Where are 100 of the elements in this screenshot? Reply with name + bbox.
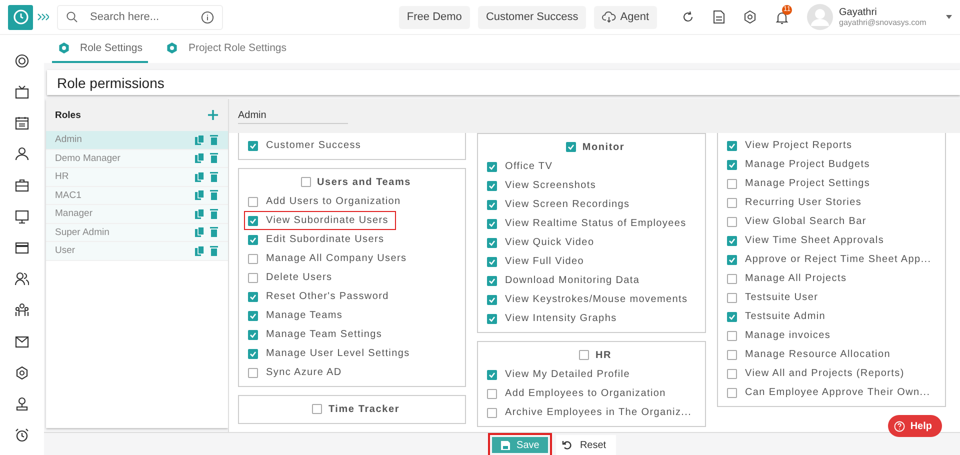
role-item[interactable]: Super Admin — [46, 224, 228, 242]
checkbox[interactable] — [566, 142, 576, 152]
checkbox[interactable] — [248, 254, 258, 264]
search-icon — [66, 10, 78, 22]
role-name-field[interactable]: Admin — [238, 108, 348, 124]
permission-label: Manage User Level Settings — [266, 348, 410, 359]
monitor-icon[interactable] — [15, 210, 29, 224]
checkbox[interactable] — [312, 404, 322, 414]
reset-button[interactable]: Reset — [556, 435, 616, 455]
checkbox[interactable] — [487, 314, 497, 324]
checkbox[interactable] — [487, 388, 497, 398]
role-item[interactable]: HR — [46, 168, 228, 186]
checkbox[interactable] — [727, 312, 737, 322]
add-icon[interactable] — [208, 110, 218, 120]
checkbox[interactable] — [487, 294, 497, 304]
save-button[interactable]: Save — [492, 437, 548, 453]
delete-icon[interactable] — [210, 153, 218, 164]
info-icon[interactable] — [201, 10, 214, 24]
calendar-icon[interactable] — [15, 116, 29, 130]
tab[interactable]: Role Settings — [52, 35, 148, 63]
checkbox[interactable] — [487, 200, 497, 210]
checkbox[interactable] — [727, 160, 737, 170]
checkbox[interactable] — [248, 272, 258, 282]
expand-icon[interactable] — [37, 13, 49, 21]
checkbox[interactable] — [487, 370, 497, 380]
group-title: Monitor — [582, 142, 625, 152]
delete-icon[interactable] — [210, 134, 218, 145]
alarm-icon[interactable] — [15, 428, 29, 442]
card-icon[interactable] — [15, 240, 29, 255]
checkbox[interactable] — [248, 234, 258, 244]
checkbox[interactable] — [727, 198, 737, 208]
delete-icon[interactable] — [210, 227, 218, 238]
copy-icon[interactable] — [195, 208, 204, 219]
checkbox[interactable] — [248, 292, 258, 302]
checkbox[interactable] — [248, 216, 258, 226]
checkbox[interactable] — [727, 388, 737, 398]
checkbox[interactable] — [727, 350, 737, 360]
checkbox[interactable] — [487, 408, 497, 418]
checkbox[interactable] — [487, 162, 497, 172]
checkbox[interactable] — [300, 177, 311, 187]
role-item[interactable]: Demo Manager — [46, 150, 228, 168]
checkbox[interactable] — [248, 330, 258, 340]
org-icon[interactable] — [15, 303, 29, 318]
copy-icon[interactable] — [195, 227, 204, 238]
checkbox[interactable] — [487, 218, 497, 228]
header-button[interactable]: Free Demo — [398, 6, 470, 28]
users-icon[interactable] — [15, 272, 29, 286]
settings-icon[interactable] — [743, 10, 757, 24]
person-icon[interactable] — [15, 147, 29, 162]
checkbox[interactable] — [487, 276, 497, 286]
delete-icon[interactable] — [210, 172, 218, 182]
copy-icon[interactable] — [195, 172, 204, 182]
header-button[interactable]: Agent — [594, 6, 657, 28]
checkbox[interactable] — [727, 254, 737, 264]
checkbox[interactable] — [727, 368, 737, 378]
checkbox[interactable] — [727, 140, 737, 150]
permission-label: View My Detailed Profile — [505, 369, 630, 380]
checkbox[interactable] — [248, 368, 258, 378]
copy-icon[interactable] — [195, 134, 204, 145]
copy-icon[interactable] — [195, 246, 204, 256]
checkbox[interactable] — [487, 238, 497, 248]
checkbox[interactable] — [727, 178, 737, 188]
copy-icon[interactable] — [195, 153, 204, 164]
checkbox[interactable] — [487, 180, 497, 190]
mail-icon[interactable] — [15, 334, 29, 349]
briefcase-icon[interactable] — [15, 178, 29, 192]
caret-icon[interactable] — [946, 15, 952, 19]
permission-label: View Time Sheet Approvals — [745, 235, 884, 246]
role-item[interactable]: Admin — [46, 131, 228, 150]
checkbox[interactable] — [487, 256, 497, 266]
permission-label: Can Employee Approve Their Own... — [745, 387, 930, 398]
checkbox[interactable] — [727, 330, 737, 340]
copy-icon[interactable] — [195, 190, 204, 200]
delete-icon[interactable] — [210, 190, 218, 200]
target-icon[interactable] — [15, 54, 29, 68]
logo-icon[interactable] — [8, 4, 33, 30]
checkbox[interactable] — [248, 196, 258, 206]
tab[interactable]: Project Role Settings — [160, 35, 293, 63]
checkbox[interactable] — [727, 292, 737, 302]
checkbox[interactable] — [248, 140, 258, 150]
role-item[interactable]: MAC1 — [46, 186, 228, 205]
delete-icon[interactable] — [210, 208, 218, 219]
checkbox[interactable] — [579, 350, 590, 360]
checkbox[interactable] — [248, 348, 258, 358]
help-button[interactable]: Help — [888, 415, 942, 437]
checkbox[interactable] — [727, 236, 737, 246]
document-icon[interactable] — [713, 10, 725, 24]
delete-icon[interactable] — [210, 246, 218, 256]
checkbox[interactable] — [727, 216, 737, 226]
tv-icon[interactable] — [15, 84, 29, 99]
search-field[interactable]: Search here... — [57, 4, 223, 30]
gear-icon[interactable] — [15, 366, 29, 380]
checkbox[interactable] — [248, 310, 258, 320]
bell-icon[interactable] — [775, 10, 789, 24]
role-item[interactable]: Manager — [46, 205, 228, 224]
header-button[interactable]: Customer Success — [478, 6, 586, 28]
permission-label: View Quick Video — [505, 237, 594, 248]
refresh-icon[interactable] — [681, 10, 695, 24]
role-item[interactable]: User — [46, 242, 228, 260]
checkbox[interactable] — [727, 274, 737, 284]
